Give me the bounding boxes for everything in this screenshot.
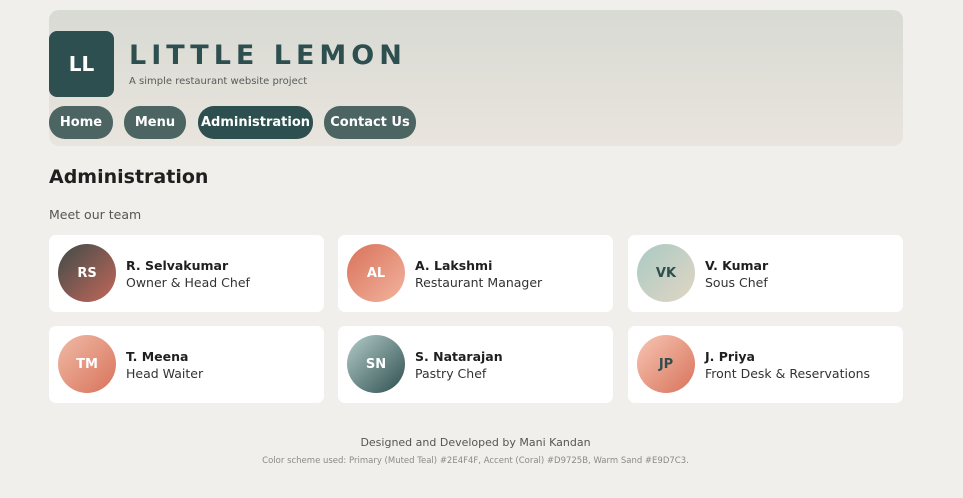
- member-name: A. Lakshmi: [415, 258, 493, 273]
- site-title: LITTLE LEMON: [129, 40, 407, 71]
- team-card: RS R. Selvakumar Owner & Head Chef: [49, 235, 324, 312]
- site-header: LL LITTLE LEMON A simple restaurant webs…: [49, 10, 903, 146]
- team-card: VK V. Kumar Sous Chef: [628, 235, 903, 312]
- member-role: Head Waiter: [126, 366, 204, 381]
- member-name: V. Kumar: [705, 258, 769, 273]
- site-subtitle: A simple restaurant website project: [129, 76, 308, 87]
- member-role: Front Desk & Reservations: [705, 366, 871, 381]
- team-card: AL A. Lakshmi Restaurant Manager: [338, 235, 613, 312]
- member-role: Sous Chef: [705, 275, 768, 290]
- avatar-initials: VK: [655, 265, 677, 281]
- member-role: Restaurant Manager: [415, 275, 543, 290]
- page-title: Administration: [49, 166, 209, 188]
- nav-contact-button[interactable]: Contact Us: [324, 106, 416, 139]
- team-card: JP J. Priya Front Desk & Reservations: [628, 326, 903, 403]
- avatar: RS: [58, 244, 116, 302]
- member-name: S. Natarajan: [415, 349, 503, 364]
- team-card: TM T. Meena Head Waiter: [49, 326, 324, 403]
- logo-initials: LL: [68, 52, 95, 76]
- avatar-initials: RS: [77, 265, 97, 281]
- member-role: Pastry Chef: [415, 366, 487, 381]
- avatar: AL: [347, 244, 405, 302]
- team-card: SN S. Natarajan Pastry Chef: [338, 326, 613, 403]
- avatar: TM: [58, 335, 116, 393]
- nav-administration-button[interactable]: Administration: [198, 106, 313, 139]
- logo[interactable]: LL: [49, 31, 114, 97]
- member-name: J. Priya: [705, 349, 755, 364]
- avatar: SN: [347, 335, 405, 393]
- avatar-initials: SN: [365, 356, 387, 372]
- footer-color-scheme: Color scheme used: Primary (Muted Teal) …: [262, 456, 689, 466]
- avatar-initials: JP: [658, 356, 674, 372]
- avatar: JP: [637, 335, 695, 393]
- nav-menu-button[interactable]: Menu: [124, 106, 186, 139]
- page-subtitle: Meet our team: [49, 207, 142, 222]
- nav-home-button[interactable]: Home: [49, 106, 113, 139]
- member-name: T. Meena: [126, 349, 189, 364]
- member-role: Owner & Head Chef: [126, 275, 250, 290]
- avatar: VK: [637, 244, 695, 302]
- footer-credit: Designed and Developed by Mani Kandan: [360, 436, 591, 449]
- avatar-initials: AL: [366, 265, 386, 281]
- avatar-initials: TM: [76, 356, 98, 372]
- member-name: R. Selvakumar: [126, 258, 229, 273]
